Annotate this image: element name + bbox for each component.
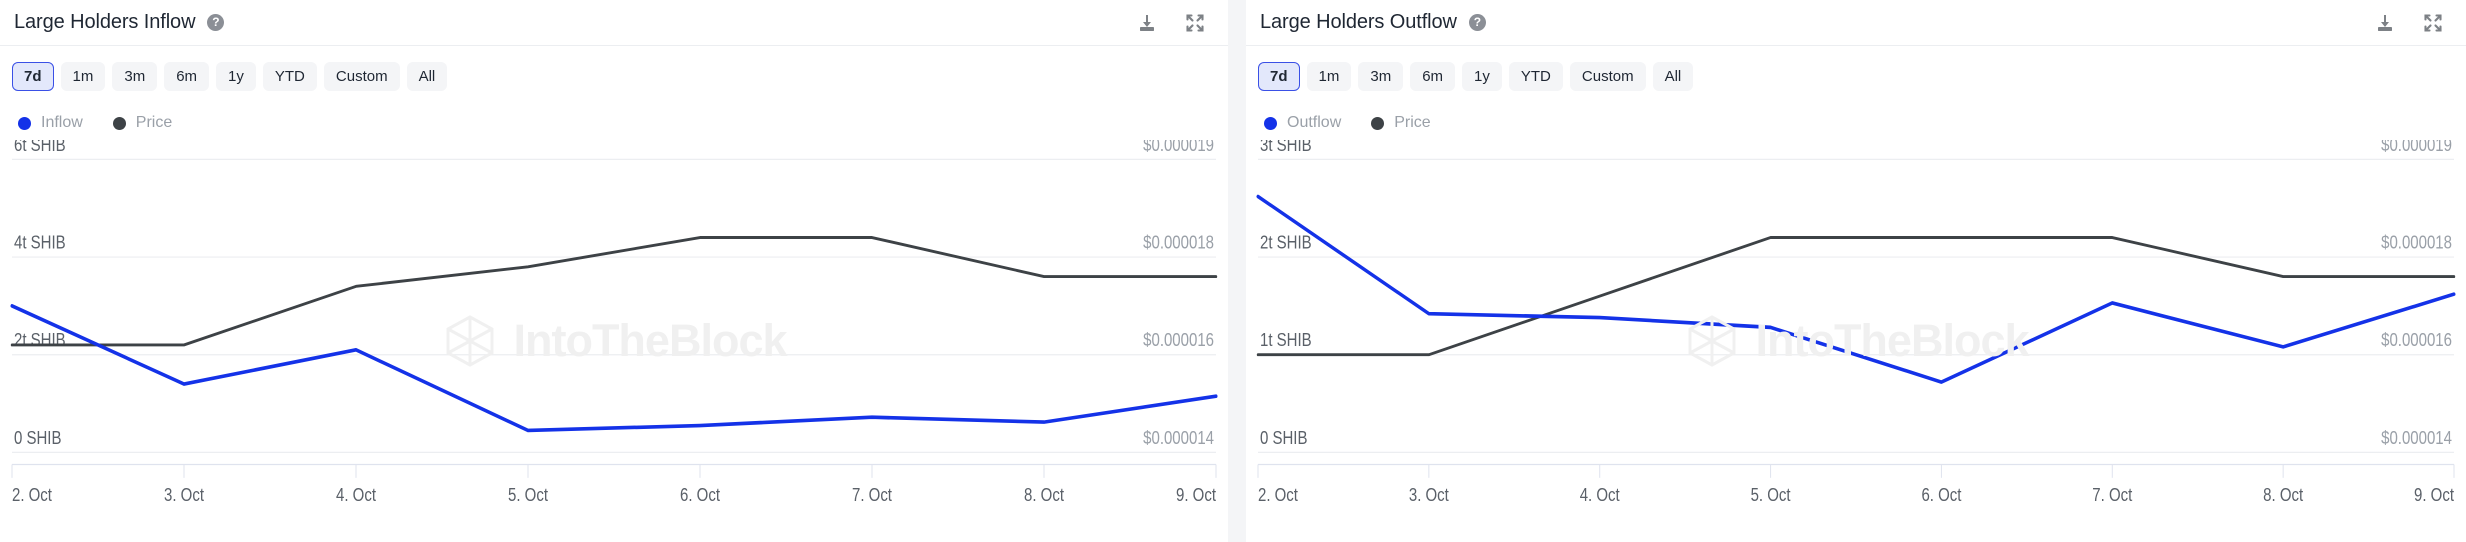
svg-text:6. Oct: 6. Oct (1921, 484, 1961, 505)
range-btn-6m[interactable]: 6m (1410, 62, 1455, 91)
svg-text:6. Oct: 6. Oct (680, 484, 720, 505)
svg-text:1t SHIB: 1t SHIB (1260, 330, 1312, 351)
svg-text:2. Oct: 2. Oct (1258, 484, 1298, 505)
question-mark-icon[interactable]: ? (1469, 14, 1486, 31)
page-title: Large Holders Outflow (1260, 11, 1457, 34)
range-btn-all[interactable]: All (407, 62, 448, 91)
svg-text:$0.000018: $0.000018 (2381, 232, 2452, 253)
range-btn-ytd[interactable]: YTD (263, 62, 317, 91)
svg-text:$0.000019: $0.000019 (2381, 140, 2452, 155)
svg-text:0 SHIB: 0 SHIB (14, 428, 61, 449)
svg-text:8. Oct: 8. Oct (2263, 484, 2303, 505)
legend-item-inflow[interactable]: Inflow (18, 114, 83, 132)
svg-text:$0.000016: $0.000016 (1143, 330, 1214, 351)
chart-outflow[interactable]: IntoTheBlock 0 SHIB1t SHIB2t SHIB3t SHIB… (1246, 140, 2466, 542)
range-btn-7d[interactable]: 7d (12, 62, 54, 91)
panel-large-holders-outflow: Large Holders Outflow ? (1246, 0, 2466, 542)
panel-divider (1228, 0, 1246, 542)
download-icon[interactable] (2374, 12, 2396, 34)
svg-text:3. Oct: 3. Oct (1409, 484, 1449, 505)
range-btn-1m[interactable]: 1m (1307, 62, 1352, 91)
range-btn-1y[interactable]: 1y (1462, 62, 1502, 91)
fullscreen-icon[interactable] (1184, 12, 1206, 34)
svg-text:7. Oct: 7. Oct (852, 484, 892, 505)
svg-text:2t SHIB: 2t SHIB (1260, 232, 1312, 253)
svg-text:$0.000014: $0.000014 (2381, 428, 2452, 449)
svg-text:5. Oct: 5. Oct (508, 484, 548, 505)
svg-text:6t SHIB: 6t SHIB (14, 140, 66, 155)
svg-text:$0.000014: $0.000014 (1143, 428, 1214, 449)
svg-text:5. Oct: 5. Oct (1751, 484, 1791, 505)
range-btn-ytd[interactable]: YTD (1509, 62, 1563, 91)
range-btn-custom[interactable]: Custom (324, 62, 400, 91)
legend-item-outflow[interactable]: Outflow (1264, 114, 1341, 132)
legend-label: Outflow (1287, 114, 1341, 132)
legend-label: Price (1394, 114, 1430, 132)
range-btn-1y[interactable]: 1y (216, 62, 256, 91)
chart-legend-inflow: Inflow Price (0, 92, 1228, 136)
range-selector-inflow: 7d 1m 3m 6m 1y YTD Custom All (0, 46, 1228, 92)
range-btn-6m[interactable]: 6m (164, 62, 209, 91)
range-btn-1m[interactable]: 1m (61, 62, 106, 91)
range-btn-all[interactable]: All (1653, 62, 1694, 91)
svg-text:2. Oct: 2. Oct (12, 484, 52, 505)
svg-text:0 SHIB: 0 SHIB (1260, 428, 1307, 449)
dashboard-root: Large Holders Inflow ? (0, 0, 2466, 542)
fullscreen-icon[interactable] (2422, 12, 2444, 34)
panel-header: Large Holders Inflow ? (0, 0, 1228, 46)
svg-text:9. Oct: 9. Oct (1176, 484, 1216, 505)
legend-dot-icon (1264, 117, 1277, 130)
svg-text:$0.000019: $0.000019 (1143, 140, 1214, 155)
svg-text:9. Oct: 9. Oct (2414, 484, 2454, 505)
legend-dot-icon (113, 117, 126, 130)
legend-dot-icon (1371, 117, 1384, 130)
page-title: Large Holders Inflow (14, 11, 195, 34)
svg-text:$0.000018: $0.000018 (1143, 232, 1214, 253)
panel-large-holders-inflow: Large Holders Inflow ? (0, 0, 1228, 542)
range-btn-7d[interactable]: 7d (1258, 62, 1300, 91)
chart-legend-outflow: Outflow Price (1246, 92, 2466, 136)
legend-label: Price (136, 114, 172, 132)
legend-item-price[interactable]: Price (113, 114, 172, 132)
range-btn-custom[interactable]: Custom (1570, 62, 1646, 91)
svg-text:4. Oct: 4. Oct (1580, 484, 1620, 505)
panel-header: Large Holders Outflow ? (1246, 0, 2466, 46)
svg-text:$0.000016: $0.000016 (2381, 330, 2452, 351)
svg-text:3t SHIB: 3t SHIB (1260, 140, 1312, 155)
svg-text:2t SHIB: 2t SHIB (14, 330, 66, 351)
svg-text:4. Oct: 4. Oct (336, 484, 376, 505)
range-btn-3m[interactable]: 3m (1358, 62, 1403, 91)
legend-item-price[interactable]: Price (1371, 114, 1430, 132)
chart-inflow[interactable]: IntoTheBlock 0 SHIB2t SHIB4t SHIB6t SHIB… (0, 140, 1228, 542)
legend-dot-icon (18, 117, 31, 130)
legend-label: Inflow (41, 114, 83, 132)
header-actions (1136, 12, 1206, 34)
download-icon[interactable] (1136, 12, 1158, 34)
chart-svg-inflow: 0 SHIB 2t SHIB 4t SHIB 6t SHIB $0.000014 $0.0… (0, 140, 1228, 542)
svg-text:7. Oct: 7. Oct (2092, 484, 2132, 505)
svg-text:8. Oct: 8. Oct (1024, 484, 1064, 505)
range-selector-outflow: 7d 1m 3m 6m 1y YTD Custom All (1246, 46, 2466, 92)
header-actions (2374, 12, 2444, 34)
svg-text:4t SHIB: 4t SHIB (14, 232, 66, 253)
chart-svg-outflow: 0 SHIB 1t SHIB 2t SHIB 3t SHIB $0.000014 $0.0… (1246, 140, 2466, 542)
question-mark-icon[interactable]: ? (207, 14, 224, 31)
svg-text:3. Oct: 3. Oct (164, 484, 204, 505)
range-btn-3m[interactable]: 3m (112, 62, 157, 91)
